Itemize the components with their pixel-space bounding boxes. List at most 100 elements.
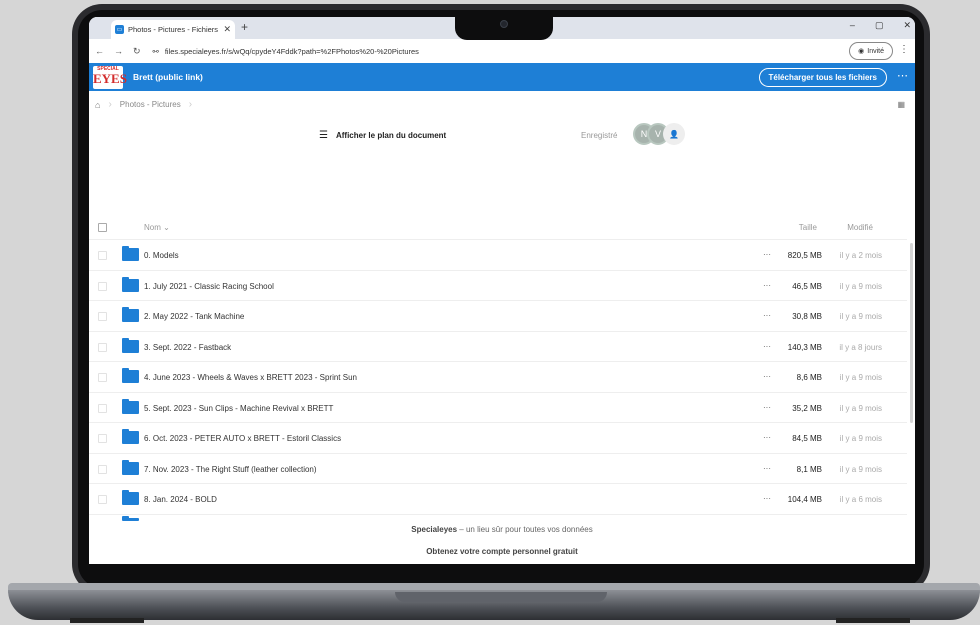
home-icon[interactable]: ⌂ (95, 100, 100, 110)
window-close-icon[interactable]: ✕ (903, 20, 911, 31)
file-name[interactable]: 6. Oct. 2023 - PETER AUTO x BRETT - Esto… (144, 434, 341, 443)
row-actions-icon[interactable]: ··· (763, 372, 771, 381)
more-options-icon[interactable]: ⋯ (897, 69, 908, 82)
column-name[interactable]: Nom ⌄ (144, 223, 170, 232)
row-checkbox[interactable] (98, 495, 107, 504)
url-field[interactable]: ⚯ files.specialeyes.fr/s/wQq/cpydeY4Fddk… (153, 47, 419, 56)
maximize-icon[interactable]: ▢ (875, 20, 884, 31)
select-all-checkbox[interactable] (98, 222, 107, 232)
folder-icon (122, 398, 139, 414)
row-actions-icon[interactable]: ··· (763, 403, 771, 412)
table-row[interactable]: 4. June 2023 - Wheels & Waves x BRETT 20… (89, 361, 907, 392)
row-actions-icon[interactable]: ··· (763, 433, 771, 442)
footer-tagline: Specialeyes – un lieu sûr pour toutes vo… (89, 525, 915, 534)
row-actions-icon[interactable]: ··· (763, 494, 771, 503)
collaborator-avatars: N V 👤 (633, 123, 685, 145)
file-modified: il y a 9 mois (839, 373, 882, 382)
table-row[interactable]: 7. Nov. 2023 - The Right Stuff (leather … (89, 452, 907, 484)
row-checkbox[interactable] (98, 312, 107, 321)
logo-main-text: EYES (93, 71, 127, 86)
row-actions-icon[interactable]: ··· (763, 250, 771, 259)
row-checkbox[interactable] (98, 464, 107, 474)
file-modified: il y a 9 mois (839, 312, 882, 321)
breadcrumb-current[interactable]: Photos - Pictures (120, 100, 181, 109)
column-modified[interactable]: Modifié (847, 223, 873, 232)
laptop-hinge (395, 592, 607, 602)
browser-menu-icon[interactable]: ⋮ (899, 44, 909, 55)
close-icon[interactable]: ✕ (223, 24, 231, 35)
guest-profile-button[interactable]: ◉ Invité (849, 42, 893, 60)
user-icon[interactable]: 👤 (663, 123, 685, 145)
folder-icon (122, 459, 139, 475)
file-name[interactable]: 8. Jan. 2024 - BOLD (144, 495, 217, 504)
specialeyes-logo[interactable]: SPECIAL EYES (93, 66, 127, 89)
file-name[interactable]: 0. Models (144, 251, 179, 260)
file-name[interactable]: 1. July 2021 - Classic Racing School (144, 282, 274, 291)
row-actions-icon[interactable]: ··· (763, 342, 771, 351)
row-checkbox[interactable] (98, 434, 107, 443)
row-actions-icon[interactable]: ··· (763, 281, 771, 290)
table-header: Nom ⌄ Taille Modifié (89, 215, 915, 239)
list-icon: ☰ (319, 130, 328, 141)
file-modified: il y a 2 mois (839, 251, 882, 260)
get-account-link[interactable]: Obtenez votre compte personnel gratuit (89, 547, 915, 556)
footer-brand-link[interactable]: Specialeyes (411, 525, 457, 534)
file-size: 8,6 MB (796, 373, 822, 382)
file-size: 820,5 MB (787, 251, 822, 260)
file-modified: il y a 8 jours (839, 342, 882, 352)
table-row[interactable]: 0. Models ··· 820,5 MB il y a 2 mois (89, 239, 907, 270)
row-checkbox[interactable] (98, 281, 107, 291)
file-name[interactable]: 2. May 2022 - Tank Machine (144, 312, 244, 321)
row-checkbox[interactable] (98, 403, 107, 413)
folder-icon (122, 307, 139, 322)
camera-notch (455, 10, 553, 40)
saved-status: Enregistré (581, 131, 618, 140)
folder-icon (122, 490, 139, 505)
grid-view-icon[interactable]: ▦ (897, 100, 905, 109)
new-tab-icon[interactable]: + (241, 20, 248, 34)
file-size: 8,1 MB (796, 464, 822, 474)
file-name[interactable]: 7. Nov. 2023 - The Right Stuff (leather … (144, 465, 317, 474)
table-row[interactable] (89, 513, 907, 521)
file-size: 35,2 MB (792, 403, 822, 413)
download-all-button[interactable]: Télécharger tous les fichiers (758, 68, 887, 87)
camera-icon (500, 20, 508, 28)
back-icon[interactable]: ← (95, 46, 104, 56)
specialeyes-favicon-icon: ▭ (115, 25, 124, 34)
folder-icon (122, 515, 139, 521)
table-row[interactable]: 5. Sept. 2023 - Sun Clips - Machine Revi… (89, 391, 907, 423)
guest-label: Invité (867, 47, 884, 55)
window-controls: – ▢ ✕ (850, 20, 911, 31)
file-size: 84,5 MB (792, 434, 822, 443)
table-row[interactable]: 3. Sept. 2022 - Fastback ··· 140,3 MB il y … (89, 330, 907, 362)
file-size: 30,8 MB (792, 312, 822, 321)
reload-icon[interactable]: ↻ (133, 46, 141, 57)
row-checkbox[interactable] (98, 342, 107, 352)
chevron-right-icon: › (108, 99, 112, 110)
scrollbar[interactable] (910, 243, 913, 423)
file-name[interactable]: 3. Sept. 2022 - Fastback (144, 343, 231, 352)
forward-icon[interactable]: → (114, 46, 123, 56)
table-row[interactable]: 6. Oct. 2023 - PETER AUTO x BRETT - Esto… (89, 422, 907, 453)
file-size: 104,4 MB (787, 495, 822, 504)
file-name[interactable]: 5. Sept. 2023 - Sun Clips - Machine Revi… (144, 404, 333, 413)
row-actions-icon[interactable]: ··· (763, 311, 771, 320)
column-size[interactable]: Taille (799, 223, 817, 232)
file-name[interactable]: 4. June 2023 - Wheels & Waves x BRETT 20… (144, 373, 357, 382)
minimize-icon[interactable]: – (850, 20, 855, 31)
browser-tab[interactable]: ▭ Photos - Pictures - Fichiers - Sp ✕ (111, 20, 235, 39)
site-settings-icon[interactable]: ⚯ (153, 47, 159, 56)
table-row[interactable]: 2. May 2022 - Tank Machine ··· 30,8 MB il y… (89, 300, 907, 331)
app-header: SPECIAL EYES Brett (public link) Télécha… (89, 63, 915, 91)
row-checkbox[interactable] (98, 251, 107, 260)
table-row[interactable]: 8. Jan. 2024 - BOLD ··· 104,4 MB il y a 6 m… (89, 483, 907, 514)
row-actions-icon[interactable]: ··· (763, 464, 771, 473)
show-outline-button[interactable]: ☰ Afficher le plan du document (319, 130, 446, 141)
row-checkbox[interactable] (98, 373, 107, 382)
folder-icon (122, 246, 139, 261)
show-outline-label: Afficher le plan du document (335, 131, 447, 140)
footer-tagline-text: – un lieu sûr pour toutes vos données (457, 525, 593, 534)
address-bar: ← → ↻ ⚯ files.specialeyes.fr/s/wQq/cpyde… (89, 39, 915, 63)
table-row[interactable]: 1. July 2021 - Classic Racing School ··· 4… (89, 269, 907, 301)
file-size: 46,5 MB (792, 281, 822, 291)
